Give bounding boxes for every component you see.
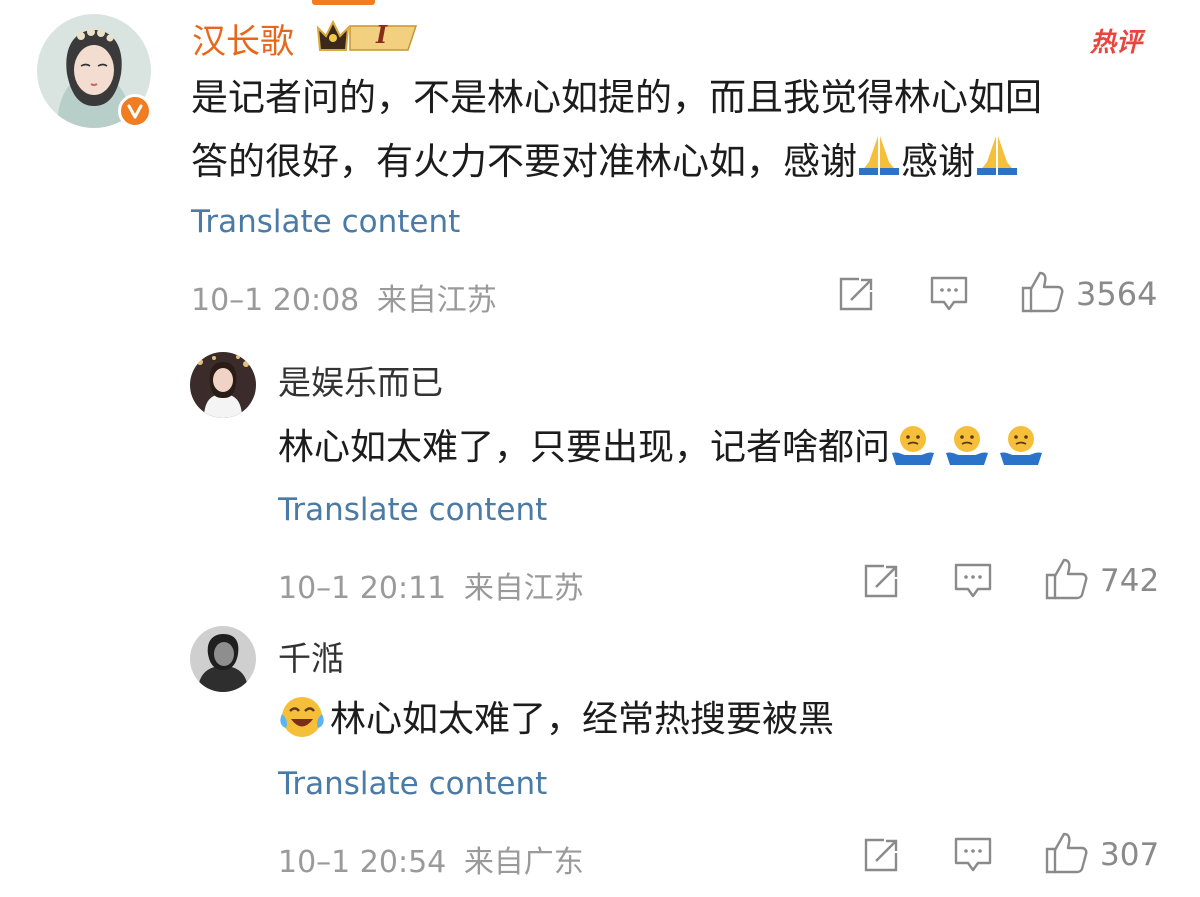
translate-link[interactable]: Translate content bbox=[191, 204, 460, 240]
comment-text-line1: 是记者问的，不是林心如提的，而且我觉得林心如回 bbox=[191, 76, 1042, 119]
translate-link[interactable]: Translate content bbox=[278, 492, 547, 528]
like-count: 742 bbox=[1100, 563, 1160, 599]
username[interactable]: 汉长歌 bbox=[192, 14, 294, 63]
like-count: 307 bbox=[1100, 837, 1160, 873]
like-button[interactable]: 742 bbox=[1044, 557, 1159, 605]
comment-icon bbox=[953, 836, 993, 878]
share-icon bbox=[837, 276, 875, 316]
like-count: 3564 bbox=[1076, 275, 1158, 313]
location: 来自江苏 bbox=[463, 571, 584, 606]
comment-text: 林心如太难了，经常热搜要被黑 bbox=[278, 690, 834, 749]
pray-emoji-icon bbox=[975, 132, 1019, 196]
reply-button[interactable] bbox=[953, 836, 993, 878]
shrug-emoji-icon bbox=[944, 423, 990, 476]
like-button[interactable]: 3564 bbox=[1020, 270, 1157, 318]
location: 来自江苏 bbox=[376, 283, 497, 318]
comment-meta: 10–1 20:11 来自江苏 bbox=[278, 563, 584, 607]
comment-text-line2-end: 感谢 bbox=[901, 140, 975, 183]
like-icon bbox=[1020, 270, 1064, 318]
share-button[interactable] bbox=[837, 276, 875, 316]
verified-badge-icon bbox=[118, 94, 152, 128]
avatar[interactable] bbox=[190, 352, 256, 418]
comment-text-line2: 答的很好，有火力不要对准林心如，感谢 bbox=[191, 140, 857, 183]
timestamp: 10–1 20:54 bbox=[278, 845, 447, 880]
like-icon bbox=[1044, 831, 1088, 879]
shrug-emoji-icon bbox=[890, 423, 936, 476]
hot-comment-label: 热评 bbox=[1090, 28, 1143, 58]
share-icon bbox=[862, 837, 900, 877]
member-level: I bbox=[376, 20, 388, 49]
comment-meta: 10–1 20:54 来自广东 bbox=[278, 837, 584, 881]
comment-text: 林心如太难了，只要出现，记者啥都问 bbox=[278, 418, 1044, 476]
translate-link[interactable]: Translate content bbox=[278, 766, 547, 802]
location: 来自广东 bbox=[463, 845, 584, 880]
laughing-crying-emoji-icon bbox=[278, 694, 326, 749]
comment-text-content: 林心如太难了，经常热搜要被黑 bbox=[330, 699, 835, 740]
avatar[interactable] bbox=[190, 626, 256, 692]
comment-text: 是记者问的，不是林心如提的，而且我觉得林心如回 bbox=[191, 66, 1042, 130]
comment-icon bbox=[953, 562, 993, 604]
shrug-emoji-icon bbox=[998, 423, 1044, 476]
reply-button[interactable] bbox=[953, 562, 993, 604]
username[interactable]: 是娱乐而已 bbox=[278, 356, 443, 404]
timestamp: 10–1 20:11 bbox=[278, 571, 447, 606]
pray-emoji-icon bbox=[857, 132, 901, 196]
timestamp: 10–1 20:08 bbox=[191, 283, 360, 318]
share-button[interactable] bbox=[862, 563, 900, 603]
comment-meta: 10–1 20:08 来自江苏 bbox=[191, 275, 497, 319]
comment-icon bbox=[929, 275, 969, 317]
share-icon bbox=[862, 563, 900, 603]
username[interactable]: 千湉 bbox=[278, 632, 344, 680]
member-crown-badge: I bbox=[316, 18, 420, 54]
comment-item: 汉长歌 I 热评 是记者问的，不是林心如提的，而且我觉得林心如回 答的很好，有火… bbox=[0, 0, 1200, 330]
like-icon bbox=[1044, 557, 1088, 605]
comment-text-content: 林心如太难了，只要出现，记者啥都问 bbox=[278, 427, 891, 468]
comment-text: 答的很好，有火力不要对准林心如，感谢 感谢 bbox=[191, 130, 1019, 196]
reply-button[interactable] bbox=[929, 275, 969, 317]
share-button[interactable] bbox=[862, 837, 900, 877]
like-button[interactable]: 307 bbox=[1044, 831, 1159, 879]
